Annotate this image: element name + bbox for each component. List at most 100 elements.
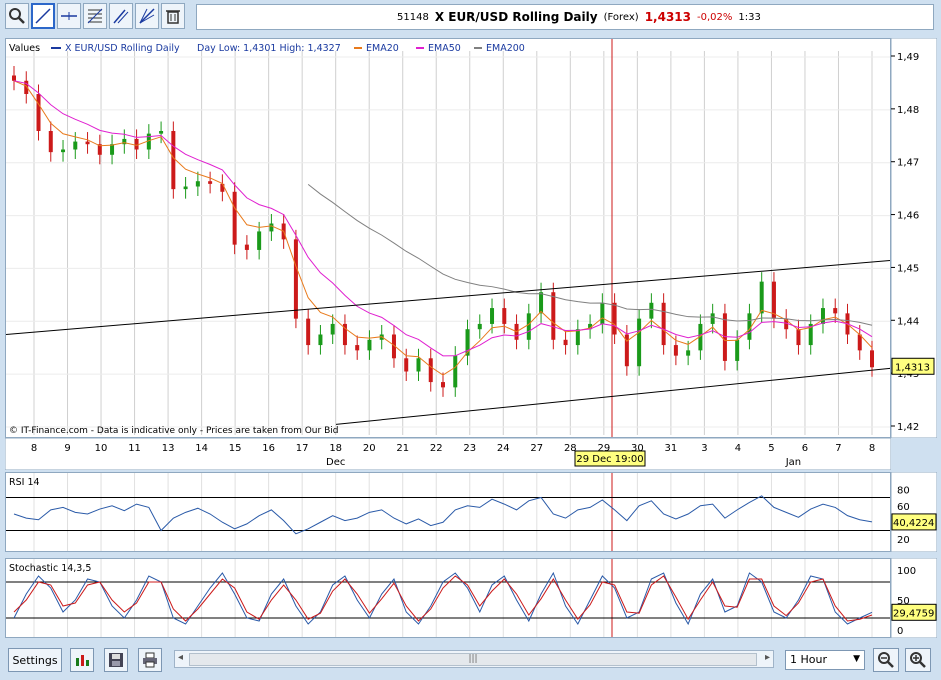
- candle-body: [820, 308, 825, 324]
- indicator-button[interactable]: [70, 648, 94, 672]
- candle-body: [870, 350, 874, 368]
- zoom-in-button[interactable]: [905, 648, 931, 672]
- candle-body: [232, 191, 237, 245]
- time-tick-label: 9: [64, 443, 70, 454]
- candle-body: [134, 138, 139, 150]
- interval-select[interactable]: 1 Hour ▼: [785, 650, 865, 670]
- time-tick-label: 4: [735, 443, 741, 454]
- rsi-axis: 8060402040,4224: [891, 472, 937, 552]
- horizontal-line-icon: [61, 12, 77, 20]
- rsi-chart[interactable]: RSI 14: [6, 473, 890, 551]
- candle-body: [12, 75, 16, 81]
- legend-series: X EUR/USD Rolling Daily: [65, 43, 180, 54]
- stoch-tick-label: 100: [897, 566, 916, 577]
- time-scrollbar[interactable]: ◂ ||| ▸: [174, 650, 774, 668]
- candle-body: [796, 329, 801, 346]
- candle-body: [563, 339, 568, 346]
- data-disclaimer: © IT-Finance.com - Data is indicative on…: [9, 426, 338, 436]
- candle-body: [355, 345, 360, 351]
- scroll-thumb[interactable]: |||: [189, 653, 757, 666]
- legend-daylow: Day Low: 1,4301 High: 1,4327: [197, 43, 341, 54]
- candle-body: [61, 149, 66, 153]
- candle-body: [36, 94, 41, 131]
- candle-body: [257, 231, 262, 250]
- candle-body: [244, 244, 249, 250]
- candle-body: [539, 292, 544, 314]
- price-change: -0,02%: [697, 11, 733, 23]
- candle-body: [661, 302, 666, 346]
- last-price-label: 1,4313: [895, 362, 930, 373]
- price-axis: 1,491,481,471,461,451,441,431,421,4313: [891, 38, 937, 438]
- interval-value: 1 Hour: [790, 653, 827, 666]
- time-tick-label: 5: [768, 443, 774, 454]
- ema200-line: [307, 183, 873, 326]
- candle-body: [416, 358, 421, 372]
- candle-body: [171, 131, 176, 190]
- candle-body: [710, 313, 715, 324]
- candle-body: [526, 313, 531, 340]
- zoom-tool-button[interactable]: [5, 3, 29, 29]
- fan-tool-button[interactable]: [135, 3, 159, 29]
- legend-ema50: EMA50: [428, 43, 461, 54]
- time-tick-label: 13: [162, 443, 175, 454]
- fibonacci-tool-button[interactable]: [83, 3, 107, 29]
- time-tick-label: 8: [869, 443, 875, 454]
- chevron-down-icon: ▼: [853, 654, 860, 664]
- candle-body: [183, 186, 188, 190]
- candle-body: [833, 308, 838, 314]
- time-tick-label: 18: [329, 443, 342, 454]
- stochastic-panel[interactable]: Stochastic 14,3,5: [5, 558, 891, 638]
- delete-button[interactable]: [161, 3, 185, 29]
- settings-button[interactable]: Settings: [8, 648, 62, 672]
- time-tick-label: 24: [497, 443, 510, 454]
- price-tick-label: 1,49: [897, 52, 919, 63]
- indicator-name: RSI 14: [9, 477, 40, 488]
- time-tick-label: 7: [835, 443, 841, 454]
- price-tick-label: 1,45: [897, 263, 919, 274]
- candle-body: [612, 302, 617, 335]
- trendline-icon: [35, 8, 51, 24]
- time-tick-label: 6: [802, 443, 808, 454]
- last-price: 1,4313: [644, 10, 691, 24]
- candle-body: [477, 323, 482, 330]
- candle-body: [857, 334, 862, 351]
- channel-tool-button[interactable]: [109, 3, 133, 29]
- candle-body: [159, 131, 164, 134]
- save-button[interactable]: [104, 648, 128, 672]
- candle-body: [673, 345, 678, 356]
- rsi-tick-label: 80: [897, 485, 910, 496]
- candle-body: [502, 308, 507, 324]
- instrument-name: X EUR/USD Rolling Daily: [434, 10, 598, 24]
- trendline-tool-button[interactable]: [31, 3, 55, 29]
- instrument-header: 51148 X EUR/USD Rolling Daily (Forex) 1,…: [196, 4, 934, 30]
- rsi-tick-label: 60: [897, 502, 910, 513]
- candle-body: [269, 223, 274, 232]
- fan-icon: [139, 8, 155, 24]
- print-button[interactable]: [138, 648, 162, 672]
- price-panel[interactable]: Values X EUR/USD Rolling Daily Day Low: 1,…: [5, 38, 891, 439]
- ticker: 51148: [397, 11, 429, 23]
- cursor-time-label: 29 Dec 19:00: [576, 454, 643, 465]
- time-tick-label: 14: [195, 443, 208, 454]
- price-chart[interactable]: Values X EUR/USD Rolling Daily Day Low: 1,…: [5, 39, 891, 439]
- time-tick-label: 3: [701, 443, 707, 454]
- hline-tool-button[interactable]: [57, 3, 81, 29]
- rsi-last-label: 40,4224: [893, 518, 934, 529]
- lower-trendline: [335, 367, 891, 425]
- legend-values: Values: [9, 43, 40, 54]
- candle-body: [575, 329, 580, 346]
- candle-body: [759, 281, 764, 314]
- candle-body: [441, 382, 445, 388]
- trash-icon: [166, 10, 180, 24]
- zoom-out-button[interactable]: [873, 648, 899, 672]
- candle-body: [490, 308, 495, 324]
- stochastic-chart[interactable]: Stochastic 14,3,5: [6, 559, 890, 637]
- candle-body: [686, 350, 691, 356]
- rsi-tick-label: 20: [897, 535, 910, 546]
- candle-body: [367, 339, 372, 351]
- rsi-panel[interactable]: RSI 14: [5, 472, 891, 552]
- scroll-right-icon[interactable]: ▸: [765, 652, 770, 663]
- scroll-left-icon[interactable]: ◂: [178, 652, 183, 663]
- candle-body: [195, 181, 200, 187]
- price-tick-label: 1,46: [897, 211, 919, 222]
